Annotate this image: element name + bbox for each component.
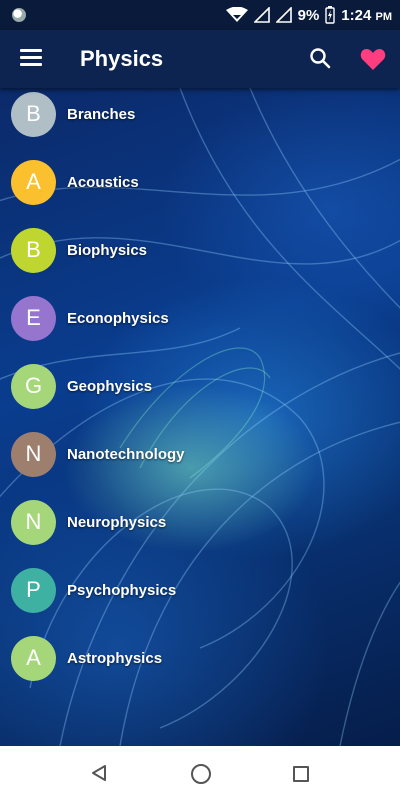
- list-item-label: Psychophysics: [67, 581, 177, 599]
- avatar: E: [11, 295, 56, 341]
- heart-icon[interactable]: [360, 47, 386, 71]
- avatar: B: [11, 227, 56, 273]
- list-item[interactable]: P Psychophysics: [0, 556, 400, 624]
- battery-charging-icon: [325, 6, 335, 24]
- list-item-label: Biophysics: [67, 241, 148, 259]
- menu-icon[interactable]: [20, 49, 42, 67]
- list-item[interactable]: A Astrophysics: [0, 624, 400, 692]
- list-item-label: Branches: [67, 105, 136, 123]
- list-item[interactable]: N Nanotechnology: [0, 420, 400, 488]
- list-item-label: Econophysics: [67, 309, 169, 327]
- avatar: A: [11, 635, 56, 681]
- status-bar: 9% 1:24 PM: [0, 0, 400, 30]
- list-item-label: Geophysics: [67, 377, 153, 395]
- avatar: N: [11, 499, 56, 545]
- app-bar: Physics: [0, 30, 400, 88]
- list-item-label: Astrophysics: [67, 649, 163, 667]
- list-item[interactable]: N Neurophysics: [0, 488, 400, 556]
- back-icon[interactable]: [90, 764, 108, 782]
- notification-icon: [12, 8, 26, 22]
- battery-percent: 9%: [297, 6, 320, 24]
- signal-icon: [275, 7, 292, 23]
- list-item[interactable]: A Acoustics: [0, 148, 400, 216]
- list-item[interactable]: G Geophysics: [0, 352, 400, 420]
- list-item-label: Nanotechnology: [67, 445, 185, 463]
- search-icon[interactable]: [308, 46, 332, 70]
- status-icons: 9% 1:24 PM: [225, 0, 392, 30]
- avatar: P: [11, 567, 56, 613]
- signal-icon: [253, 7, 270, 23]
- content-area: B Branches A Acoustics B Biophysics E Ec…: [0, 88, 400, 746]
- list-item[interactable]: E Econophysics: [0, 284, 400, 352]
- list-item-label: Acoustics: [67, 173, 139, 191]
- home-icon[interactable]: [191, 764, 211, 784]
- topic-list: B Branches A Acoustics B Biophysics E Ec…: [0, 88, 400, 692]
- navigation-bar: [0, 746, 400, 800]
- list-item[interactable]: B Biophysics: [0, 216, 400, 284]
- avatar: B: [11, 91, 56, 137]
- list-item[interactable]: B Branches: [0, 88, 400, 148]
- avatar: A: [11, 159, 56, 205]
- clock: 1:24 PM: [341, 6, 392, 24]
- list-item-label: Neurophysics: [67, 513, 167, 531]
- avatar: G: [11, 363, 56, 409]
- wifi-icon: [225, 7, 248, 22]
- recent-apps-icon[interactable]: [293, 766, 309, 782]
- page-title: Physics: [80, 46, 164, 71]
- avatar: N: [11, 431, 56, 477]
